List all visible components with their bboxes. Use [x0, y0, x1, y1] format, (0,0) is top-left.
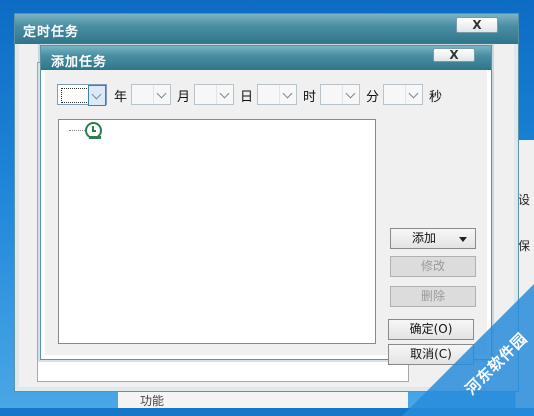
background-text: 功能	[140, 394, 165, 408]
edit-button[interactable]: 修改	[390, 256, 476, 277]
year-field	[61, 88, 89, 103]
window-title: 定时任务	[23, 25, 80, 40]
add-button[interactable]: 添加	[390, 228, 476, 249]
minute-select[interactable]	[320, 84, 360, 105]
title-bar[interactable]: 定时任务 X	[15, 14, 518, 44]
side-tab[interactable]: 设	[518, 192, 534, 208]
clock-base	[89, 136, 101, 139]
year-label: 年	[114, 90, 128, 105]
minute-label: 分	[366, 90, 380, 105]
chevron-down-icon[interactable]	[279, 85, 296, 104]
watermark: 河东软件园	[402, 276, 534, 416]
hour-label: 时	[303, 90, 317, 105]
month-label: 月	[177, 90, 191, 105]
year-select[interactable]	[57, 84, 107, 106]
close-button[interactable]: X	[456, 17, 498, 33]
month-select[interactable]	[131, 84, 171, 105]
title-bar[interactable]: 添加任务 X	[41, 46, 491, 70]
close-button[interactable]: X	[433, 48, 475, 62]
day-select[interactable]	[194, 84, 234, 105]
close-icon: X	[472, 18, 482, 32]
side-tab[interactable]: 保	[518, 238, 534, 254]
add-button-label: 添加	[411, 231, 436, 245]
second-label: 秒	[429, 90, 443, 105]
chevron-down-icon[interactable]	[342, 85, 359, 104]
chevron-down-icon[interactable]	[153, 85, 170, 104]
chevron-down-icon[interactable]	[88, 85, 106, 106]
task-tree[interactable]	[58, 119, 376, 344]
day-label: 日	[240, 90, 254, 105]
chevron-down-icon[interactable]	[405, 85, 422, 104]
second-select[interactable]	[383, 84, 423, 105]
dropdown-arrow-icon	[459, 237, 467, 242]
dialog-title: 添加任务	[51, 55, 108, 70]
close-icon: X	[449, 48, 459, 62]
chevron-down-icon[interactable]	[216, 85, 233, 104]
hour-select[interactable]	[257, 84, 297, 105]
